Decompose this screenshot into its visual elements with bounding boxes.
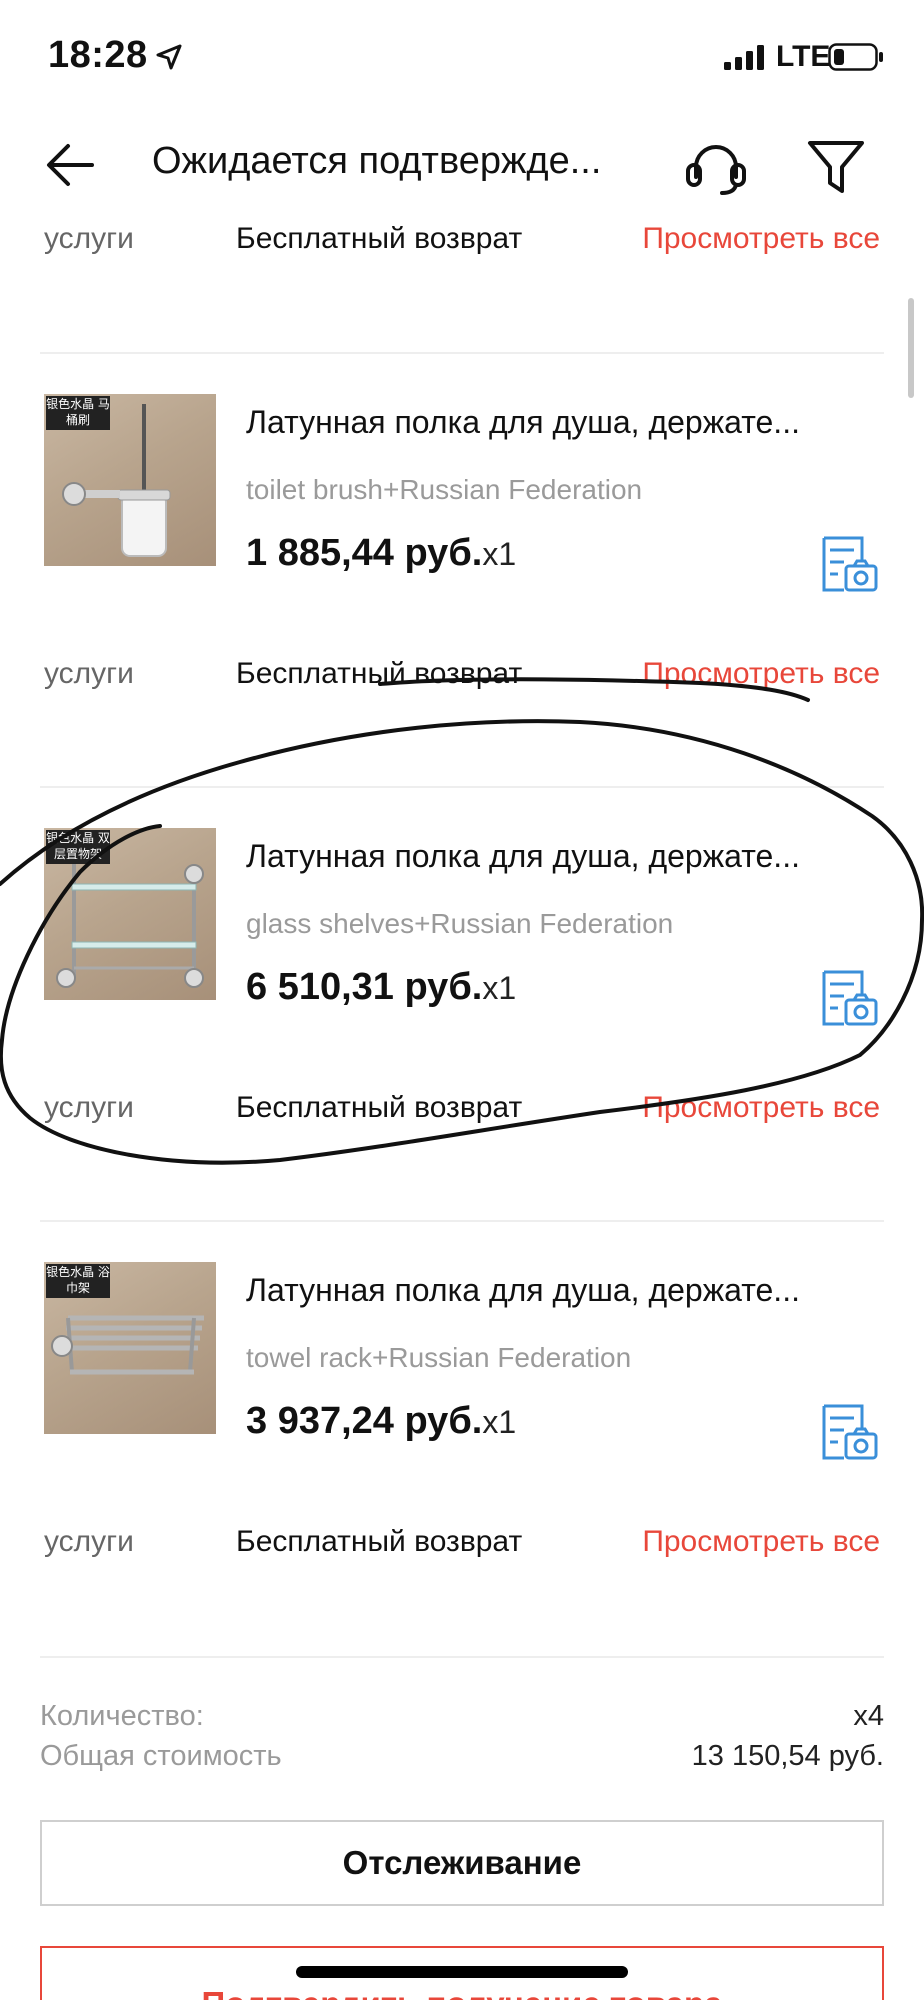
support-headset-icon[interactable]: [684, 137, 748, 197]
page-title: Ожидается подтвержде...: [152, 140, 602, 182]
photo-review-icon[interactable]: [818, 1404, 878, 1460]
signal-icon: [724, 45, 764, 70]
price-value: 3 937,24 руб.: [246, 1400, 483, 1442]
home-indicator[interactable]: [296, 1966, 628, 1978]
product-item[interactable]: 银色水晶 双层置物架 Латунная полка для душа, держ…: [0, 828, 924, 1028]
network-label: LTE: [776, 40, 831, 73]
back-arrow-icon[interactable]: [42, 137, 98, 193]
image-tag: 银色水晶 马桶刷: [46, 396, 110, 430]
product-title[interactable]: Латунная полка для душа, держате...: [246, 838, 866, 875]
product-price: 1 885,44 руб.x1: [246, 532, 516, 575]
quantity-label: Количество:: [40, 1700, 204, 1732]
image-tag: 银色水晶 浴巾架: [46, 1264, 110, 1298]
free-return-label: Бесплатный возврат: [236, 1525, 523, 1558]
services-label: услуги: [44, 657, 134, 690]
product-title[interactable]: Латунная полка для душа, держате...: [246, 1272, 866, 1309]
status-bar: 18:28 LTE: [0, 0, 924, 110]
quantity-value: x4: [853, 1700, 884, 1732]
filter-icon[interactable]: [806, 137, 866, 197]
product-variant: glass shelves+Russian Federation: [246, 908, 674, 939]
price-value: 6 510,31 руб.: [246, 966, 483, 1008]
photo-review-icon[interactable]: [818, 536, 878, 592]
product-price: 6 510,31 руб.x1: [246, 966, 516, 1009]
product-image[interactable]: 银色水晶 马桶刷: [44, 394, 216, 566]
product-variant: toilet brush+Russian Federation: [246, 474, 643, 505]
services-row: услуги Бесплатный возврат Просмотреть вс…: [0, 1525, 924, 1575]
view-all-link[interactable]: Просмотреть все: [642, 1525, 880, 1559]
product-variant: towel rack+Russian Federation: [246, 1342, 632, 1373]
services-row: услуги Бесплатный возврат Просмотреть вс…: [0, 1091, 924, 1141]
services-label: услуги: [44, 1525, 134, 1558]
product-item[interactable]: 银色水晶 浴巾架 Латунная полка для душа, держат…: [0, 1262, 924, 1462]
view-all-link[interactable]: Просмотреть все: [642, 222, 880, 256]
free-return-label: Бесплатный возврат: [236, 222, 523, 255]
divider: [40, 352, 884, 354]
divider: [40, 1220, 884, 1222]
total-label: Общая стоимость: [40, 1740, 282, 1772]
product-image[interactable]: 银色水晶 双层置物架: [44, 828, 216, 1000]
location-arrow-icon: [156, 44, 182, 70]
image-tag: 银色水晶 双层置物架: [46, 830, 110, 864]
product-price: 3 937,24 руб.x1: [246, 1400, 516, 1443]
services-label: услуги: [44, 222, 134, 255]
product-qty: x1: [482, 1404, 517, 1440]
photo-review-icon[interactable]: [818, 970, 878, 1026]
product-qty: x1: [482, 970, 517, 1006]
view-all-link[interactable]: Просмотреть все: [642, 657, 880, 691]
view-all-link[interactable]: Просмотреть все: [642, 1091, 880, 1125]
battery-icon: [828, 43, 883, 71]
scrollbar[interactable]: [908, 298, 914, 398]
price-value: 1 885,44 руб.: [246, 532, 483, 574]
product-image[interactable]: 银色水晶 浴巾架: [44, 1262, 216, 1434]
nav-header: Ожидается подтвержде...: [0, 110, 924, 220]
status-time: 18:28: [48, 34, 148, 76]
divider: [40, 786, 884, 788]
product-qty: x1: [482, 536, 517, 572]
product-item[interactable]: 银色水晶 马桶刷 Латунная полка для душа, держат…: [0, 394, 924, 594]
services-row: услуги Бесплатный возврат Просмотреть вс…: [0, 222, 924, 272]
product-title[interactable]: Латунная полка для душа, держате...: [246, 404, 866, 441]
services-label: услуги: [44, 1091, 134, 1124]
total-value: 13 150,54 руб.: [691, 1740, 884, 1772]
free-return-label: Бесплатный возврат: [236, 1091, 523, 1124]
total-summary: Общая стоимость 13 150,54 руб.: [40, 1740, 884, 1780]
quantity-summary: Количество: x4: [40, 1700, 884, 1740]
divider: [40, 1656, 884, 1658]
services-row: услуги Бесплатный возврат Просмотреть вс…: [0, 657, 924, 707]
free-return-label: Бесплатный возврат: [236, 657, 523, 690]
track-button[interactable]: Отслеживание: [40, 1820, 884, 1906]
